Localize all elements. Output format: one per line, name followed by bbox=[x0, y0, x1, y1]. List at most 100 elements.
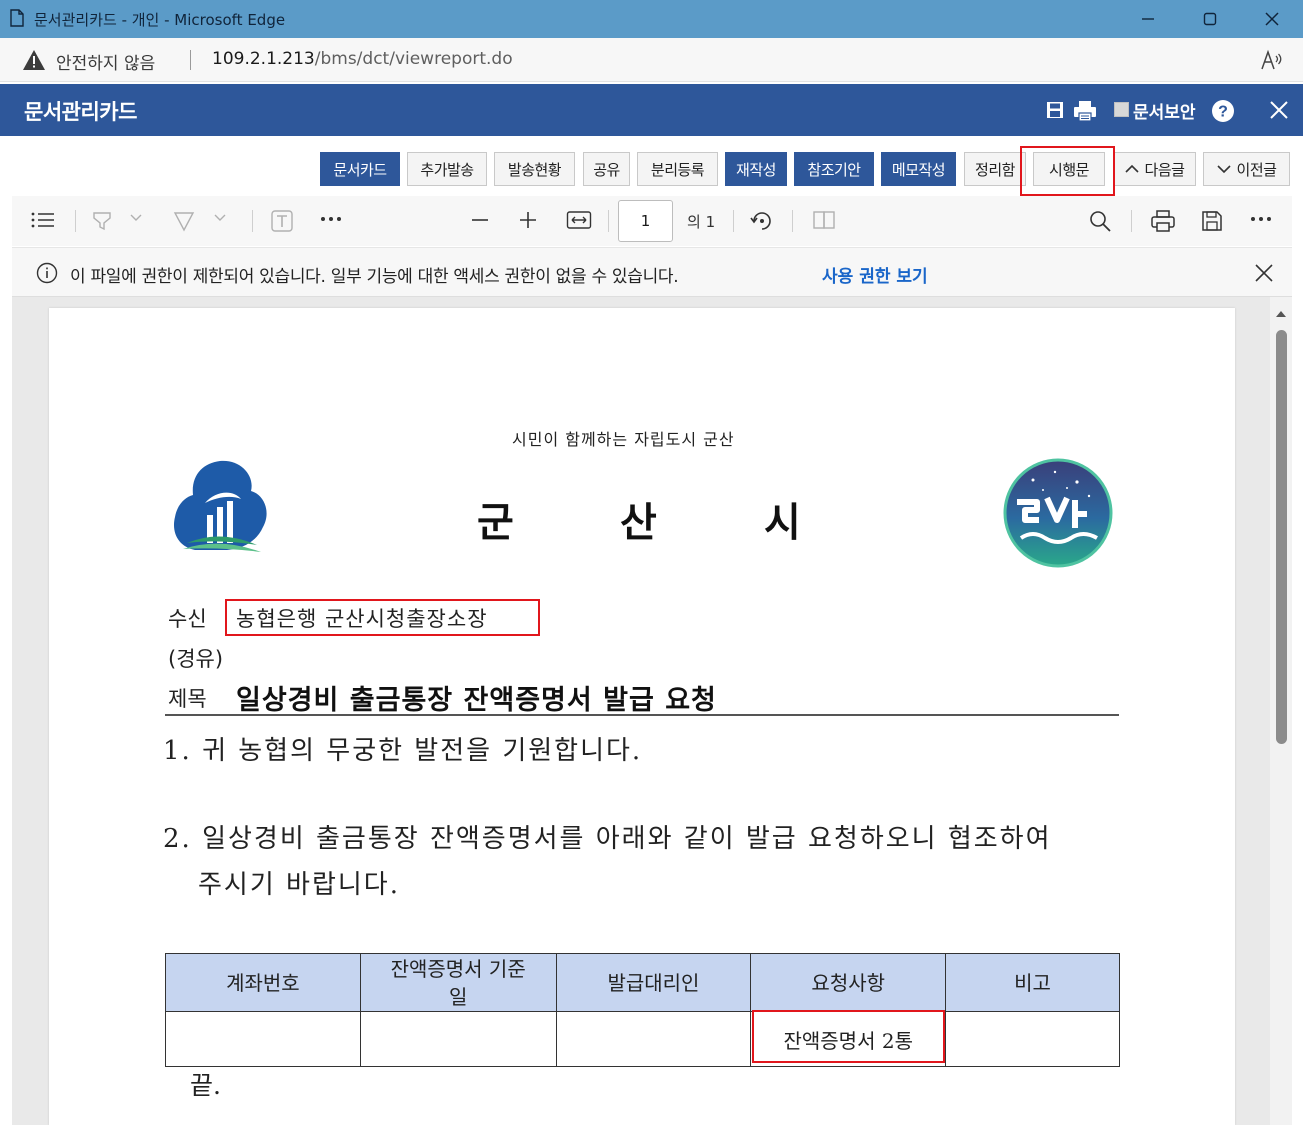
subject-label: 제목 bbox=[168, 687, 207, 711]
pdf-toolbar: 1 의 1 bbox=[12, 196, 1292, 246]
page-view-icon[interactable] bbox=[812, 209, 838, 231]
recipient-label: 수신 bbox=[168, 607, 207, 631]
next-doc-label: 다음글 bbox=[1144, 160, 1185, 179]
execution-doc-button[interactable]: 시행문 bbox=[1033, 152, 1105, 186]
view-permissions-link[interactable]: 사용 권한 보기 bbox=[822, 262, 928, 287]
add-send-button[interactable]: 추가발송 bbox=[407, 152, 487, 186]
toolbar-divider bbox=[1131, 210, 1132, 232]
address-bar: 안전하지 않음 109.2.1.213/bms/dct/viewreport.d… bbox=[0, 38, 1303, 82]
security-checkbox[interactable] bbox=[1114, 102, 1129, 117]
page-number-value: 1 bbox=[640, 212, 651, 230]
warning-icon[interactable] bbox=[22, 49, 46, 71]
zoom-in-icon[interactable] bbox=[518, 210, 538, 230]
write-memo-button[interactable]: 메모작성 bbox=[881, 152, 956, 186]
maximize-button[interactable] bbox=[1179, 0, 1241, 38]
url-host: 109.2.1.213 bbox=[212, 49, 315, 69]
city-emblem-logo bbox=[173, 460, 267, 552]
send-status-label: 발송현황 bbox=[507, 160, 562, 179]
help-icon[interactable]: ? bbox=[1211, 99, 1235, 123]
paragraph-2-line-1: 2. 일상경비 출금통장 잔액증명서를 아래와 같이 발급 요청하오니 협조하여 bbox=[163, 824, 1052, 854]
header-request: 요청사항 bbox=[750, 953, 947, 1012]
close-icon[interactable] bbox=[1254, 263, 1274, 283]
prev-doc-button[interactable]: 이전글 bbox=[1203, 152, 1290, 186]
permission-message: 이 파일에 권한이 제한되어 있습니다. 일부 기능에 대한 액세스 권한이 없… bbox=[70, 267, 679, 287]
org-name-char-2: 산 bbox=[620, 500, 657, 546]
permission-infobar: 이 파일에 권한이 제한되어 있습니다. 일부 기능에 대한 액세스 권한이 없… bbox=[12, 247, 1292, 297]
folder-button[interactable]: 정리함 bbox=[964, 152, 1026, 186]
share-button[interactable]: 공유 bbox=[583, 152, 630, 186]
rotate-icon[interactable] bbox=[750, 209, 774, 233]
send-status-button[interactable]: 발송현황 bbox=[494, 152, 575, 186]
header-account-number: 계좌번호 bbox=[165, 953, 361, 1012]
request-table: 계좌번호 잔액증명서 기준 일 발급대리인 요청사항 비고 잔액증명서 2통 bbox=[165, 953, 1120, 1067]
chevron-down-icon[interactable] bbox=[214, 213, 226, 223]
save-icon[interactable] bbox=[1200, 209, 1224, 233]
header-issuing-agent: 발급대리인 bbox=[555, 953, 752, 1012]
header-remarks: 비고 bbox=[945, 953, 1120, 1012]
toolbar-divider bbox=[75, 210, 76, 232]
cell-certificate-date bbox=[359, 1011, 557, 1067]
chevron-down-icon bbox=[1216, 165, 1231, 174]
print-icon[interactable] bbox=[1150, 209, 1176, 233]
separate-register-label: 분리등록 bbox=[650, 160, 705, 179]
toolbar-divider bbox=[608, 210, 609, 232]
chevron-down-icon[interactable] bbox=[130, 213, 142, 223]
table-header-row: 계좌번호 잔액증명서 기준 일 발급대리인 요청사항 비고 bbox=[165, 953, 1120, 1012]
cell-request: 잔액증명서 2통 bbox=[750, 1011, 947, 1067]
save-icon[interactable] bbox=[1045, 100, 1065, 120]
window-titlebar: 문서관리카드 - 개인 - Microsoft Edge bbox=[0, 0, 1303, 38]
search-icon[interactable] bbox=[1088, 209, 1112, 233]
fit-width-icon[interactable] bbox=[566, 209, 592, 231]
org-name-char-3: 시 bbox=[764, 500, 801, 546]
minimize-button[interactable] bbox=[1117, 0, 1179, 38]
close-icon[interactable] bbox=[1268, 99, 1290, 121]
toolbar-divider bbox=[733, 210, 734, 232]
recipient-value: 농협은행 군산시청출장소장 bbox=[236, 607, 488, 631]
info-icon bbox=[36, 262, 58, 284]
draw-icon[interactable] bbox=[172, 209, 196, 233]
write-memo-label: 메모작성 bbox=[891, 160, 946, 179]
zoom-out-icon[interactable] bbox=[470, 210, 490, 230]
toolbar-divider bbox=[792, 210, 793, 232]
cell-issuing-agent bbox=[555, 1011, 752, 1067]
document-icon bbox=[10, 9, 24, 27]
security-status[interactable]: 안전하지 않음 bbox=[56, 49, 155, 74]
prev-doc-label: 이전글 bbox=[1236, 160, 1277, 179]
maximize-icon bbox=[1203, 12, 1217, 26]
separate-register-button[interactable]: 분리등록 bbox=[637, 152, 718, 186]
url-path: /bms/dct/viewreport.do bbox=[314, 49, 513, 69]
rewrite-label: 재작성 bbox=[736, 160, 776, 179]
paragraph-1: 1. 귀 농협의 무궁한 발전을 기원합니다. bbox=[163, 736, 643, 766]
rewrite-button[interactable]: 재작성 bbox=[725, 152, 787, 186]
text-icon[interactable] bbox=[270, 209, 294, 233]
window-title: 문서관리카드 - 개인 - Microsoft Edge bbox=[34, 11, 286, 29]
gunsan-brand-logo bbox=[1003, 458, 1113, 568]
scroll-up-icon[interactable] bbox=[1275, 310, 1287, 318]
org-name-char-1: 군 bbox=[477, 500, 514, 546]
app-header: 문서관리카드 문서보안 bbox=[0, 84, 1303, 136]
paragraph-2-line-2: 주시기 바랍니다. bbox=[198, 870, 400, 900]
end-mark: 끝. bbox=[190, 1071, 221, 1100]
page-number-input[interactable]: 1 bbox=[618, 200, 673, 242]
document-security-label[interactable]: 문서보안 bbox=[1133, 98, 1196, 123]
scrollbar-thumb[interactable] bbox=[1276, 330, 1287, 744]
more-icon[interactable] bbox=[1250, 215, 1272, 223]
page-total: 의 1 bbox=[687, 213, 716, 231]
doc-card-label: 문서카드 bbox=[333, 160, 387, 179]
reference-draft-label: 참조기안 bbox=[807, 160, 861, 179]
doc-card-button[interactable]: 문서카드 bbox=[320, 152, 400, 186]
url-field[interactable]: 109.2.1.213/bms/dct/viewreport.do bbox=[212, 49, 513, 69]
header-certificate-date: 잔액증명서 기준 일 bbox=[359, 953, 557, 1012]
window-close-button[interactable] bbox=[1241, 0, 1303, 38]
address-divider bbox=[190, 50, 191, 70]
contents-icon[interactable] bbox=[30, 209, 56, 231]
highlight-icon[interactable] bbox=[90, 209, 114, 233]
next-doc-button[interactable]: 다음글 bbox=[1113, 152, 1196, 186]
reference-draft-button[interactable]: 참조기안 bbox=[794, 152, 874, 186]
minimize-icon bbox=[1142, 18, 1154, 20]
via-label: (경유) bbox=[168, 647, 224, 671]
share-label: 공유 bbox=[593, 160, 620, 179]
print-icon[interactable] bbox=[1073, 100, 1097, 122]
read-aloud-icon[interactable] bbox=[1260, 49, 1284, 71]
more-icon[interactable] bbox=[320, 215, 342, 223]
